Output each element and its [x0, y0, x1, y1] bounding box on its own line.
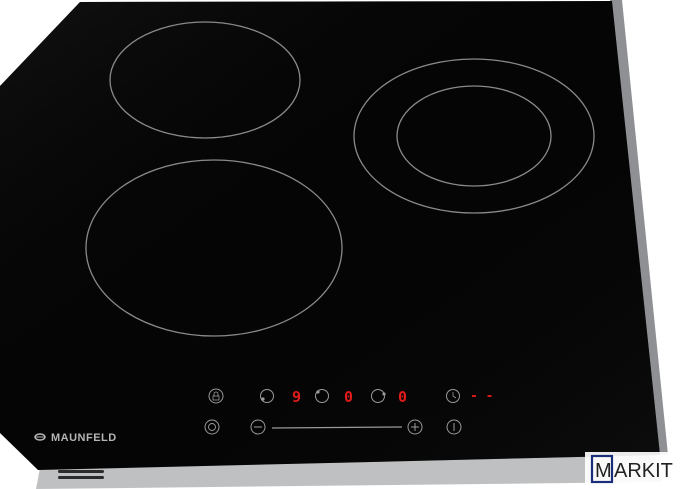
zone-right-display: 0	[398, 388, 407, 406]
zone-icon	[382, 392, 386, 396]
front-vent-slot	[58, 476, 104, 479]
cooktop-scene: MAUNFELD 9 0 0 - - M ARKIT	[0, 0, 700, 489]
zone-icon	[261, 397, 265, 401]
watermark-boxed-letter: M	[595, 460, 612, 482]
zone-center-display: 0	[344, 388, 353, 406]
timer-display: - -	[470, 389, 493, 404]
zone-left-display: 9	[292, 388, 301, 406]
watermark-text: ARKIT	[614, 460, 673, 482]
zone-icon	[316, 390, 320, 394]
front-vent-slot	[58, 470, 104, 473]
glass-sheen	[0, 1, 660, 470]
brand-name: MAUNFELD	[51, 432, 117, 444]
